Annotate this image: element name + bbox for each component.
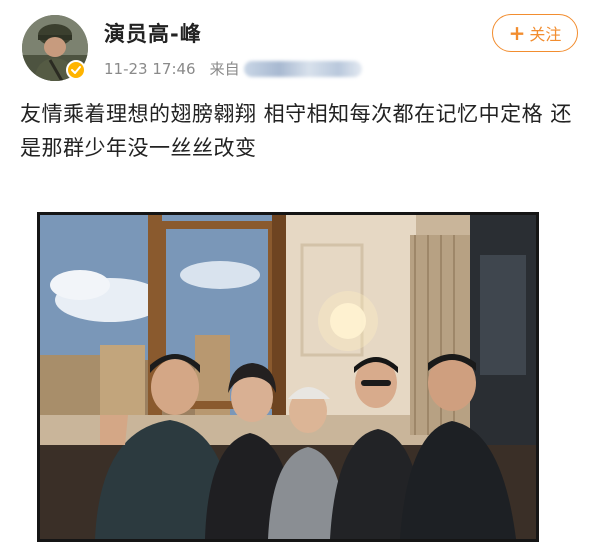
post-photo[interactable]	[37, 212, 539, 542]
weibo-post-card: 演员高-峰 11-23 17:46 来自 + 关注 友情乘着理想的翅膀翱翔 相守…	[0, 0, 600, 560]
post-text: 友情乘着理想的翅膀翱翔 相守相知每次都在记忆中定格 还是那群少年没一丝丝改变	[20, 102, 572, 160]
follow-button[interactable]: + 关注	[492, 14, 578, 52]
post-meta: 11-23 17:46 来自	[104, 58, 362, 79]
group-photo-image	[40, 215, 536, 539]
post-time: 11-23 17:46	[104, 59, 196, 78]
plus-icon: +	[508, 21, 526, 45]
post-source-label: 来自	[209, 60, 240, 78]
follow-button-label: 关注	[529, 25, 562, 44]
post-source-blurred	[243, 60, 362, 77]
verified-badge-icon	[66, 60, 86, 80]
author-name[interactable]: 演员高-峰	[104, 18, 202, 48]
